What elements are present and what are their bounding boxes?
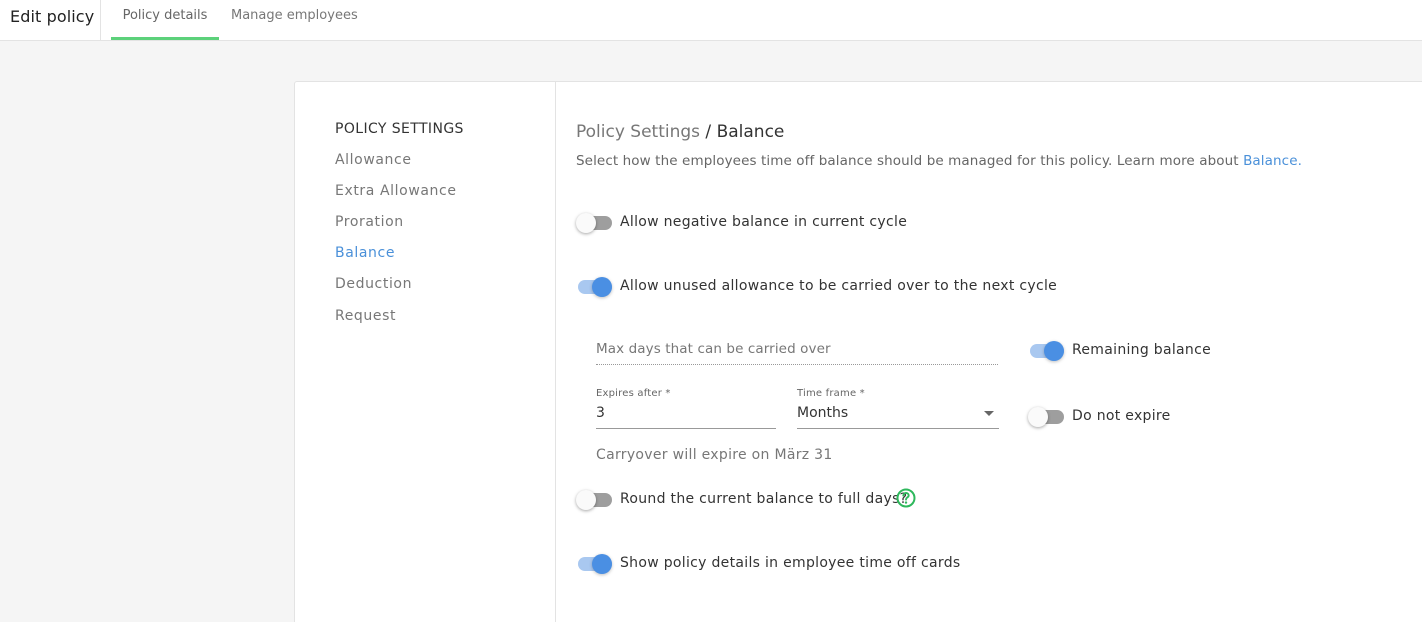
do-not-expire-label: Do not expire xyxy=(1072,408,1171,424)
section-description: Select how the employees time off balanc… xyxy=(576,153,1302,169)
expiry-note: Carryover will expire on März 31 xyxy=(596,447,833,463)
sidebar-item-proration[interactable]: Proration xyxy=(335,214,404,230)
question-circle-icon[interactable] xyxy=(896,488,916,508)
show-details-toggle[interactable] xyxy=(576,552,614,576)
sidebar-item-extra-allowance[interactable]: Extra Allowance xyxy=(335,183,457,199)
toggle-knob xyxy=(1044,341,1064,361)
balance-settings-panel: Policy Settings / Balance Select how the… xyxy=(556,82,1422,622)
toggle-knob xyxy=(592,554,612,574)
expires-after-label: Expires after * xyxy=(596,388,671,399)
carry-over-label: Allow unused allowance to be carried ove… xyxy=(620,278,1058,294)
negative-balance-label: Allow negative balance in current cycle xyxy=(620,214,908,230)
remaining-balance-toggle[interactable] xyxy=(1028,339,1066,363)
tab-policy-details[interactable]: Policy details xyxy=(111,0,219,40)
top-bar: Edit policy Policy details Manage employ… xyxy=(0,0,1422,41)
expires-after-input[interactable]: 3 xyxy=(596,402,776,429)
page-title: Edit policy xyxy=(10,7,95,26)
title-divider xyxy=(100,0,101,40)
time-frame-value: Months xyxy=(797,405,849,421)
settings-sidebar: POLICY SETTINGS Allowance Extra Allowanc… xyxy=(295,82,556,622)
sidebar-item-balance[interactable]: Balance xyxy=(335,245,395,261)
breadcrumb-current: Balance xyxy=(716,122,785,142)
breadcrumb-parent[interactable]: Policy Settings xyxy=(576,122,700,142)
breadcrumb-separator: / xyxy=(700,122,717,142)
description-text: Select how the employees time off balanc… xyxy=(576,153,1244,169)
expires-after-value: 3 xyxy=(596,405,605,421)
policy-card: POLICY SETTINGS Allowance Extra Allowanc… xyxy=(294,81,1422,622)
show-details-label: Show policy details in employee time off… xyxy=(620,555,961,571)
balance-learn-more-link[interactable]: Balance. xyxy=(1243,153,1302,169)
sidebar-item-allowance[interactable]: Allowance xyxy=(335,152,412,168)
round-balance-label: Round the current balance to full days? xyxy=(620,491,908,507)
max-days-placeholder: Max days that can be carried over xyxy=(596,341,831,357)
negative-balance-toggle[interactable] xyxy=(576,211,614,235)
time-frame-label: Time frame * xyxy=(797,388,865,399)
toggle-knob xyxy=(1028,407,1048,427)
sidebar-header: POLICY SETTINGS xyxy=(335,121,464,137)
breadcrumb: Policy Settings / Balance xyxy=(576,122,784,142)
round-balance-toggle[interactable] xyxy=(576,488,614,512)
toggle-knob xyxy=(576,490,596,510)
toggle-knob xyxy=(576,213,596,233)
remaining-balance-label: Remaining balance xyxy=(1072,342,1212,358)
chevron-down-icon xyxy=(984,411,994,416)
do-not-expire-toggle[interactable] xyxy=(1028,405,1066,429)
toggle-knob xyxy=(592,277,612,297)
tab-manage-employees[interactable]: Manage employees xyxy=(231,0,361,40)
sidebar-item-deduction[interactable]: Deduction xyxy=(335,276,412,292)
max-days-input[interactable]: Max days that can be carried over xyxy=(596,340,998,365)
carry-over-toggle[interactable] xyxy=(576,275,614,299)
time-frame-select[interactable]: Months xyxy=(797,402,999,429)
sidebar-item-request[interactable]: Request xyxy=(335,308,396,324)
